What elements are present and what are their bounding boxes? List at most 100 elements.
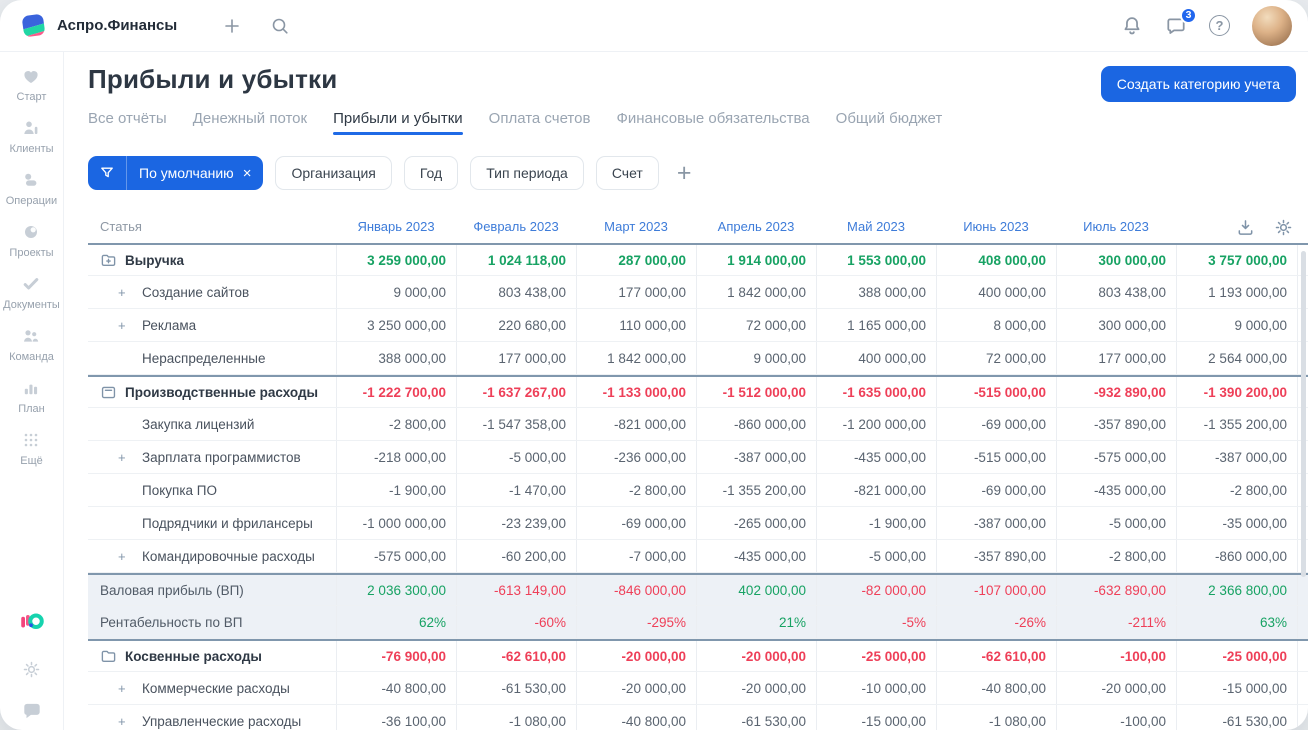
sidebar-item-documents[interactable]: Документы: [3, 274, 60, 311]
cell: -1 222 700,00: [336, 377, 456, 407]
row-label-text: Управленческие расходы: [142, 713, 302, 729]
table-row-gross-margin: Рентабельность по ВП 62% -60% -295% 21% -5% -2…: [88, 606, 1308, 639]
row-label-text: Командировочные расходы: [142, 548, 315, 564]
row-label-dev-salaries[interactable]: + Зарплата программистов: [88, 441, 336, 473]
filter-chip-period-type[interactable]: Тип периода: [470, 156, 584, 190]
clients-icon: [21, 118, 41, 138]
cell: -211%: [1056, 606, 1176, 638]
main-content: Прибыли и убытки Создать категорию учета…: [64, 52, 1308, 730]
expand-plus-icon[interactable]: +: [118, 714, 134, 729]
search-icon[interactable]: [269, 15, 291, 37]
cell: 400 000,00: [816, 342, 936, 374]
cell: -62 610,00: [936, 641, 1056, 671]
sidebar-item-label: Команда: [9, 351, 54, 363]
cell: -61 530,00: [1176, 705, 1297, 730]
cell: -218 000,00: [336, 441, 456, 473]
row-label-indirect-costs[interactable]: Косвенные расходы: [88, 641, 336, 671]
support-chat-icon[interactable]: [21, 700, 43, 722]
expand-plus-icon[interactable]: +: [118, 285, 134, 300]
cell: -5 000,00: [1056, 507, 1176, 539]
create-category-button[interactable]: Создать категорию учета: [1100, 66, 1296, 102]
download-icon[interactable]: [1234, 216, 1256, 238]
row-label-software-purchase: Покупка ПО: [88, 474, 336, 506]
add-filter-icon[interactable]: +: [677, 160, 692, 186]
sidebar-item-operations[interactable]: Операции: [3, 170, 60, 207]
cell: -932 890,00: [1056, 377, 1176, 407]
month-header: Июль 2023: [1083, 218, 1149, 234]
cell: 2 036 300,00: [336, 575, 456, 605]
tab-invoices[interactable]: Оплата счетов: [489, 110, 591, 135]
month-header: Март 2023: [604, 218, 668, 234]
app-logo-icon: [20, 12, 47, 39]
row-label-revenue[interactable]: Выручка: [88, 245, 336, 275]
more-icon: [21, 430, 41, 450]
cell: -25 000,00: [816, 641, 936, 671]
cell: 3 757 000,00: [1176, 245, 1297, 275]
filter-chip-organization[interactable]: Организация: [275, 156, 392, 190]
cell: -82 000,00: [816, 575, 936, 605]
cell: -613 149,00: [456, 575, 576, 605]
cell: 388 000,00: [816, 276, 936, 308]
messages-button[interactable]: 3: [1165, 6, 1197, 37]
settings-gear-icon[interactable]: [21, 658, 43, 680]
cell: 3 250 000,00: [336, 309, 456, 341]
cell: -2 800,00: [336, 408, 456, 440]
projects-icon: [21, 222, 41, 242]
cell: -1 637 267,00: [456, 377, 576, 407]
row-label-text: Зарплата программистов: [142, 449, 301, 465]
table-settings-gear-icon[interactable]: [1272, 216, 1294, 238]
cell: -76 900,00: [336, 641, 456, 671]
sidebar-item-more[interactable]: Ещё: [3, 430, 60, 467]
tab-cash-flow[interactable]: Денежный поток: [193, 110, 307, 135]
tab-budget[interactable]: Общий бюджет: [836, 110, 943, 135]
create-icon[interactable]: [221, 15, 243, 37]
sidebar-item-clients[interactable]: Клиенты: [3, 118, 60, 155]
table-row-dev-salaries: + Зарплата программистов -218 000,00 -5 000…: [88, 441, 1308, 474]
table-row-contractors: Подрядчики и фрилансеры -1 000 000,00 -23 …: [88, 507, 1308, 540]
cell: -107 000,00: [936, 575, 1056, 605]
cell: -20 000,00: [576, 641, 696, 671]
sidebar-item-team[interactable]: Команда: [3, 326, 60, 363]
row-label-travel-costs[interactable]: + Командировочные расходы: [88, 540, 336, 572]
row-label-admin-costs[interactable]: + Управленческие расходы: [88, 705, 336, 730]
cell: -35 000,00: [1176, 507, 1297, 539]
plan-icon: [21, 378, 41, 398]
vertical-scrollbar[interactable]: [1301, 251, 1306, 577]
cell: 1 842 000,00: [696, 276, 816, 308]
cell: 62%: [336, 606, 456, 638]
row-label-commercial-costs[interactable]: + Коммерческие расходы: [88, 672, 336, 704]
cell: -100,00: [1056, 705, 1176, 730]
tab-liabilities[interactable]: Финансовые обязательства: [616, 110, 809, 135]
tab-pnl[interactable]: Прибыли и убытки: [333, 110, 463, 135]
expand-plus-icon[interactable]: +: [118, 450, 134, 465]
filter-chip-year[interactable]: Год: [403, 156, 459, 190]
row-label-text: Нераспределенные: [142, 350, 266, 366]
product-color-icon[interactable]: [17, 608, 47, 638]
filter-chip-account[interactable]: Счет: [595, 156, 659, 190]
notifications-bell-icon[interactable]: [1121, 15, 1143, 37]
cell: 63%: [1176, 606, 1297, 638]
row-label-ads[interactable]: + Реклама: [88, 309, 336, 341]
help-icon[interactable]: ?: [1209, 15, 1230, 36]
expand-plus-icon[interactable]: +: [118, 549, 134, 564]
remove-filter-icon[interactable]: ×: [243, 165, 252, 182]
cell: -1 470,00: [456, 474, 576, 506]
article-column-header: Статья: [100, 218, 142, 234]
expand-plus-icon[interactable]: +: [118, 681, 134, 696]
row-label-site-creation[interactable]: + Создание сайтов: [88, 276, 336, 308]
cell: 300 000,00: [1056, 245, 1176, 275]
expand-plus-icon[interactable]: +: [118, 318, 134, 333]
cell: -1 900,00: [816, 507, 936, 539]
cell: 287 000,00: [576, 245, 696, 275]
folder-icon: [100, 648, 117, 665]
cell: -265 000,00: [696, 507, 816, 539]
sidebar-item-start[interactable]: Старт: [3, 66, 60, 103]
user-avatar[interactable]: [1252, 5, 1292, 46]
sidebar-item-plan[interactable]: План: [3, 378, 60, 415]
applied-filter-chip[interactable]: По умолчанию ×: [88, 156, 264, 190]
table-row-software-purchase: Покупка ПО -1 900,00 -1 470,00 -2 800,00 -1 …: [88, 474, 1308, 507]
row-label-production-costs[interactable]: Производственные расходы: [88, 377, 336, 407]
cell: -15 000,00: [1176, 672, 1297, 704]
tab-all-reports[interactable]: Все отчёты: [88, 110, 167, 135]
sidebar-item-projects[interactable]: Проекты: [3, 222, 60, 259]
